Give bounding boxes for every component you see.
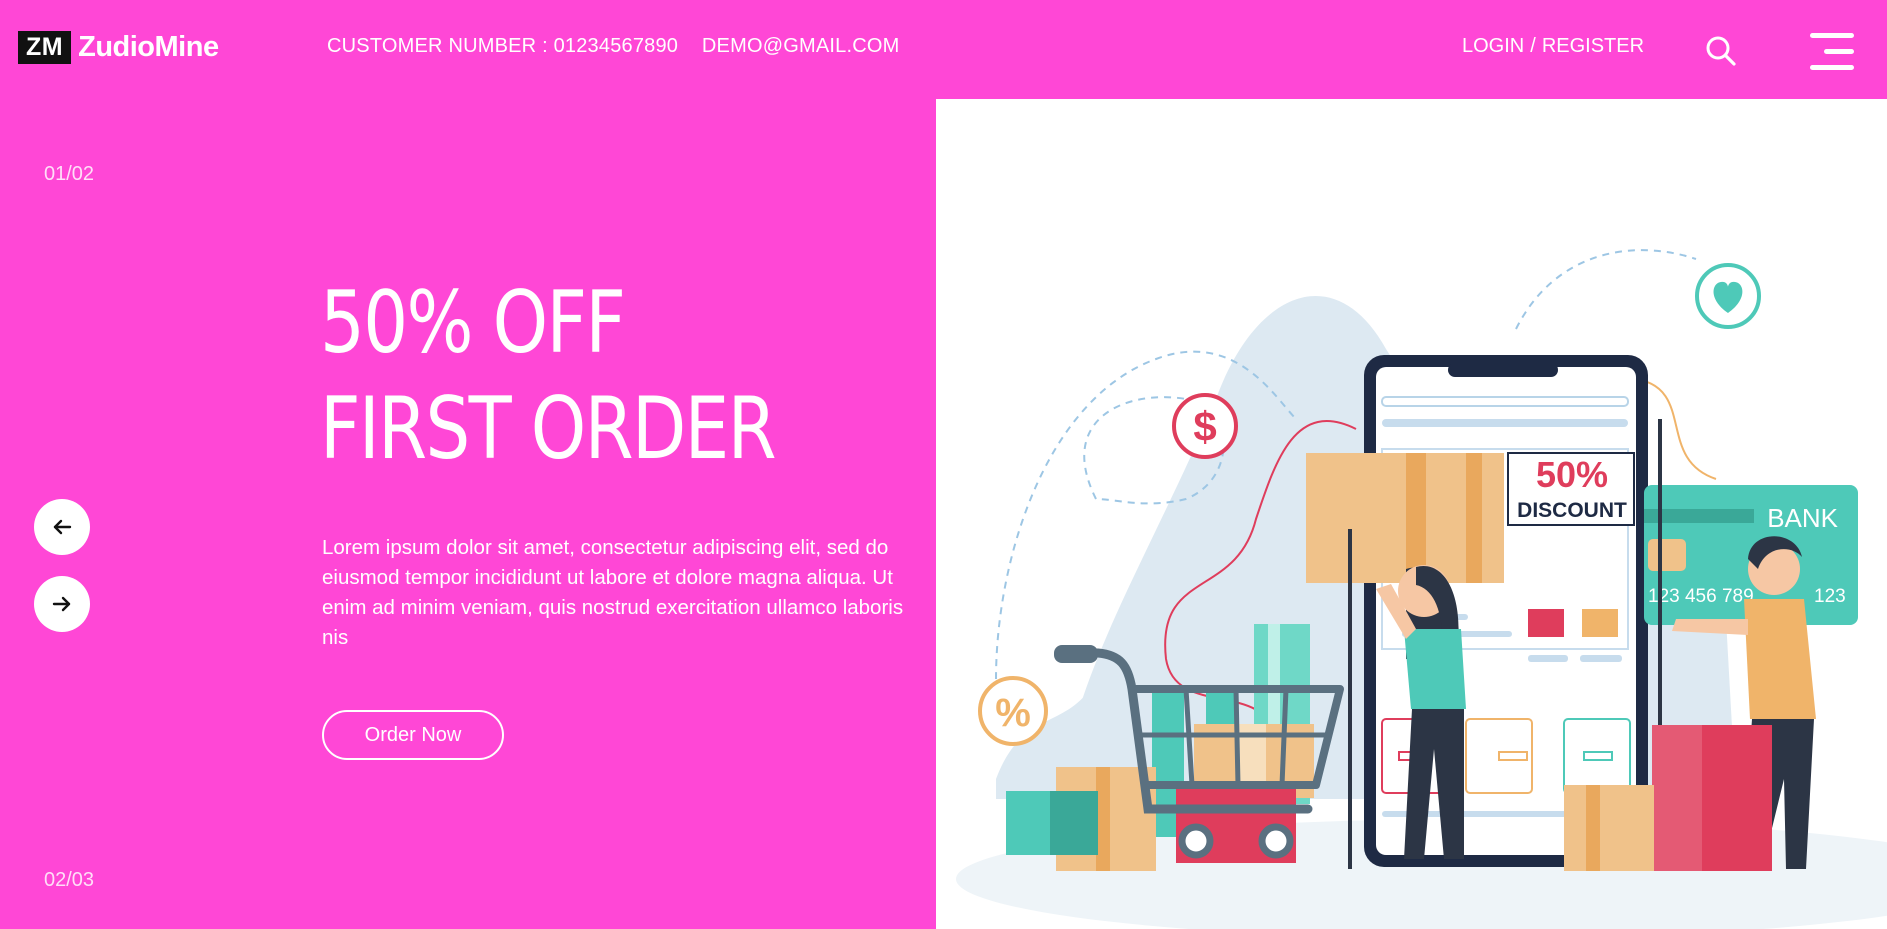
card-number-end: 123: [1814, 586, 1846, 607]
arrow-left-icon: [53, 519, 72, 535]
hamburger-menu-icon[interactable]: [1810, 33, 1854, 71]
logo[interactable]: ZM ZudioMine: [18, 31, 219, 64]
contact-info: CUSTOMER NUMBER : 01234567890 DEMO@GMAIL…: [327, 35, 899, 58]
customer-number: CUSTOMER NUMBER : 01234567890: [327, 35, 679, 57]
heart-icon: [1695, 263, 1761, 329]
top-navigation-bar: ZM ZudioMine CUSTOMER NUMBER : 012345678…: [0, 0, 1887, 98]
svg-text:%: %: [995, 691, 1031, 735]
card-bank-label: BANK: [1767, 503, 1838, 533]
contact-email[interactable]: DEMO@GMAIL.COM: [702, 35, 900, 58]
svg-text:$: $: [1193, 403, 1216, 450]
headline-line-2: FIRST ORDER: [320, 379, 777, 479]
card-number: 123 456 789: [1648, 586, 1754, 607]
order-now-button[interactable]: Order Now: [322, 710, 504, 760]
slide-counter-bottom: 02/03: [44, 869, 95, 891]
percent-icon: %: [978, 676, 1048, 746]
logo-badge: ZM: [18, 31, 72, 64]
slide-counter-top: 01/02: [44, 163, 95, 185]
auth-separator: /: [1530, 35, 1536, 57]
register-link[interactable]: REGISTER: [1542, 35, 1644, 57]
menu-line-bottom: [1810, 65, 1854, 70]
prev-slide-button[interactable]: [34, 499, 90, 555]
discount-percent: 50%: [1536, 454, 1608, 495]
auth-links: LOGIN / REGISTER: [1462, 35, 1644, 58]
login-link[interactable]: LOGIN: [1462, 35, 1524, 57]
hero-headline: 50% OFF FIRST ORDER: [320, 270, 777, 482]
discount-word: DISCOUNT: [1517, 499, 1627, 522]
hero-description: Lorem ipsum dolor sit amet, consectetur …: [322, 536, 904, 649]
shopping-illustration: $ % 50% DISCOUNT BANK 123 456 789 123: [956, 249, 1887, 929]
brand-name: ZudioMine: [78, 31, 219, 63]
next-slide-button[interactable]: [34, 576, 90, 632]
dollar-icon: $: [1172, 393, 1238, 459]
menu-line-middle: [1824, 49, 1854, 54]
headline-line-1: 50% OFF: [320, 273, 626, 373]
search-icon[interactable]: [1704, 34, 1738, 68]
arrow-right-icon: [52, 596, 71, 612]
hero-illustration-panel: $ % 50% DISCOUNT BANK 123 456 789 123: [936, 99, 1887, 929]
menu-line-top: [1810, 33, 1854, 38]
